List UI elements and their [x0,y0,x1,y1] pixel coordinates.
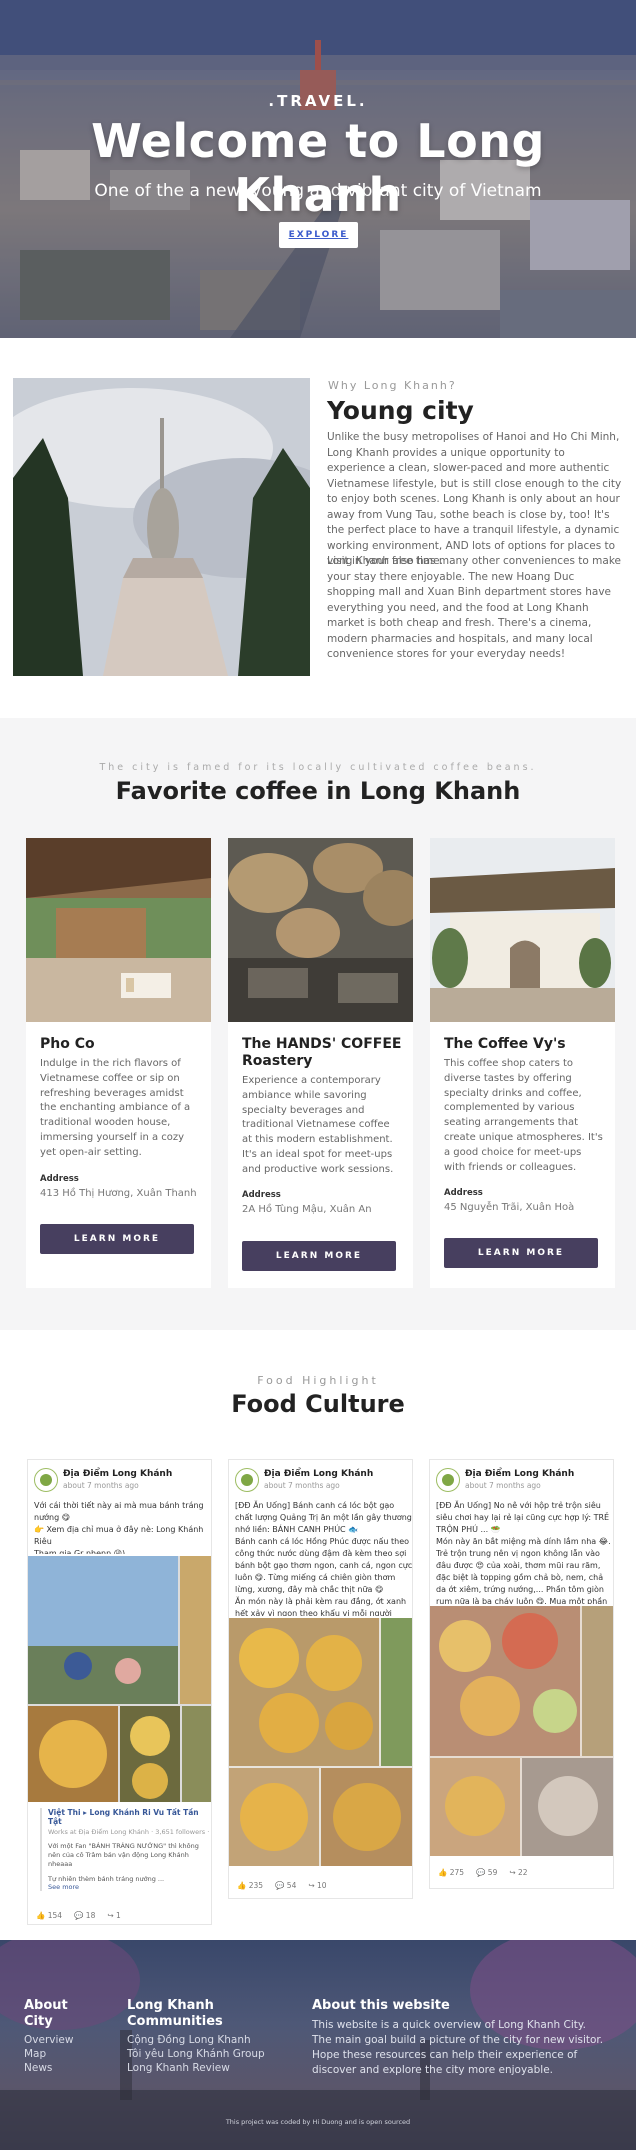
coffee-description: Indulge in the rich flavors of Vietnames… [40,1058,191,1158]
learn-more-button[interactable]: LEARN MORE [40,1224,194,1254]
comment-icon: 💬 18 [74,1911,96,1920]
footer-about-site-text: This website is a quick overview of Long… [312,2019,604,2076]
learn-more-button[interactable]: LEARN MORE [242,1241,396,1271]
post-photos[interactable] [229,1618,412,1866]
share-icon: ↪ 10 [308,1881,327,1890]
footer-about-city-title: About City [24,1998,68,2029]
coffee-name: Pho Co [40,1036,95,1052]
coffee-description: Experience a contemporary ambiance while… [242,1075,394,1175]
coffee-photo [26,838,211,1022]
comment-icon: 💬 54 [275,1881,297,1890]
footer-link-overview[interactable]: Overview [24,2034,73,2046]
explore-button[interactable]: EXPLORE [279,222,358,248]
coffee-card: The Coffee Vy's This coffee shop caters … [430,838,615,1288]
comment-icon: 💬 59 [476,1868,498,1877]
footer: About City Overview Map News Long Khanh … [0,1940,636,2150]
statue-photo [13,378,310,676]
facebook-post[interactable]: Địa Điểm Long Khánh about 7 months ago [… [228,1459,413,1899]
address-label: Address [242,1190,281,1200]
coffee-address: 2A Hồ Tùng Mậu, Xuân An [242,1204,372,1215]
food-kicker: Food Highlight [257,1374,379,1387]
page-avatar [436,1468,460,1492]
hero-subtitle: One of the a new, young and vibrant city… [94,181,542,201]
facebook-post[interactable]: Địa Điểm Long Khánh about 7 months ago [… [429,1459,614,1889]
see-more-link[interactable]: See more [48,1883,210,1891]
why-title: Young city [327,396,474,425]
comment-count: 59 [487,1868,498,1877]
post-stats: 👍 235 💬 54 ↪ 10 [237,1881,327,1890]
hero-kicker: .TRAVEL. [268,92,368,110]
post-page-name[interactable]: Địa Điểm Long Khánh [465,1469,574,1479]
coffee-description: This coffee shop caters to diverse taste… [444,1058,603,1173]
shared-post-title[interactable]: Việt Thi ▸ Long Khánh Ri Vu Tất Tần Tật [48,1808,210,1826]
coffee-name: The HANDS' COFFEE Roastery [242,1036,402,1069]
why-kicker: Why Long Khanh? [328,379,457,392]
like-count: 275 [449,1868,465,1877]
post-date: about 7 months ago [465,1481,541,1490]
footer-link-group[interactable]: Tôi yêu Long Khánh Group [127,2048,265,2060]
learn-more-button[interactable]: LEARN MORE [444,1238,598,1268]
footer-copyright: This project was coded by Hi Duong and i… [225,2118,411,2126]
share-count: 10 [317,1881,327,1890]
footer-link-community[interactable]: Cộng Đồng Long Khanh [127,2034,251,2046]
coffee-address: 45 Nguyễn Trãi, Xuân Hoà [444,1202,575,1213]
post-text: [ĐĐ Ăn Uống] Bánh canh cá lóc bột gạo ch… [235,1501,413,1616]
post-stats: 👍 154 💬 18 ↪ 1 [36,1911,121,1920]
post-text: [ĐĐ Ăn Uống] No nê với hộp trẻ trộn siêu… [436,1501,611,1604]
shared-post-more: Tự nhiên thèm bánh tráng nướng ... [48,1875,165,1883]
like-icon: 👍 235 [237,1881,264,1890]
share-icon: ↪ 1 [107,1911,121,1920]
coffee-card: Pho Co Indulge in the rich flavors of Vi… [26,838,211,1288]
food-title: Food Culture [231,1390,405,1418]
post-stats: 👍 275 💬 59 ↪ 22 [438,1868,528,1877]
page-avatar [34,1468,58,1492]
comment-count: 18 [85,1911,96,1920]
like-icon: 👍 275 [438,1868,465,1877]
share-count: 1 [116,1911,121,1920]
footer-link-map[interactable]: Map [24,2048,46,2060]
post-photos[interactable] [28,1556,211,1802]
address-label: Address [444,1188,483,1198]
post-date: about 7 months ago [264,1481,340,1490]
coffee-photo [228,838,413,1022]
share-count: 22 [518,1868,528,1877]
like-count: 235 [248,1881,264,1890]
shared-post-text: Với một Fan "BÁNH TRÁNG NƯỚNG" thì không… [48,1842,199,1868]
coffee-photo [430,838,615,1022]
coffee-name: The Coffee Vy's [444,1036,566,1052]
comment-count: 54 [286,1881,297,1890]
post-date: about 7 months ago [63,1481,139,1490]
post-page-name[interactable]: Địa Điểm Long Khánh [63,1469,172,1479]
footer-communities-title: Long Khanh Communities [127,1998,223,2029]
coffee-kicker: The city is famed for its locally cultiv… [99,762,537,773]
coffee-card: The HANDS' COFFEE Roastery Experience a … [228,838,413,1288]
why-paragraph-1: Unlike the busy metropolises of Hanoi an… [327,431,622,567]
shared-post[interactable]: Việt Thi ▸ Long Khánh Ri Vu Tất Tần Tật … [40,1808,210,1891]
post-page-name[interactable]: Địa Điểm Long Khánh [264,1469,373,1479]
footer-link-review[interactable]: Long Khanh Review [127,2062,230,2074]
address-label: Address [40,1174,79,1184]
facebook-post[interactable]: Địa Điểm Long Khánh about 7 months ago V… [27,1459,212,1925]
coffee-address: 413 Hồ Thị Hương, Xuân Thanh [40,1188,197,1199]
hero-title: Welcome to Long Khanh [91,114,545,222]
post-text: Với cái thời tiết này ai mà mua bánh trá… [34,1501,204,1554]
footer-about-site-title: About this website [312,1998,450,2013]
post-photos[interactable] [430,1606,613,1856]
coffee-title: Favorite coffee in Long Khanh [115,777,521,805]
coffee-section: The city is famed for its locally cultiv… [0,718,636,1330]
like-count: 154 [47,1911,63,1920]
why-paragraph-2: Long Khanh also has many other convenien… [327,555,621,660]
like-icon: 👍 154 [36,1911,63,1920]
share-icon: ↪ 22 [509,1868,528,1877]
shared-post-meta: Works at Địa Điểm Long Khánh · 3,651 fol… [48,1828,210,1836]
page-avatar [235,1468,259,1492]
footer-link-news[interactable]: News [24,2062,52,2074]
hero-banner: .TRAVEL. Welcome to Long Khanh One of th… [0,0,636,338]
